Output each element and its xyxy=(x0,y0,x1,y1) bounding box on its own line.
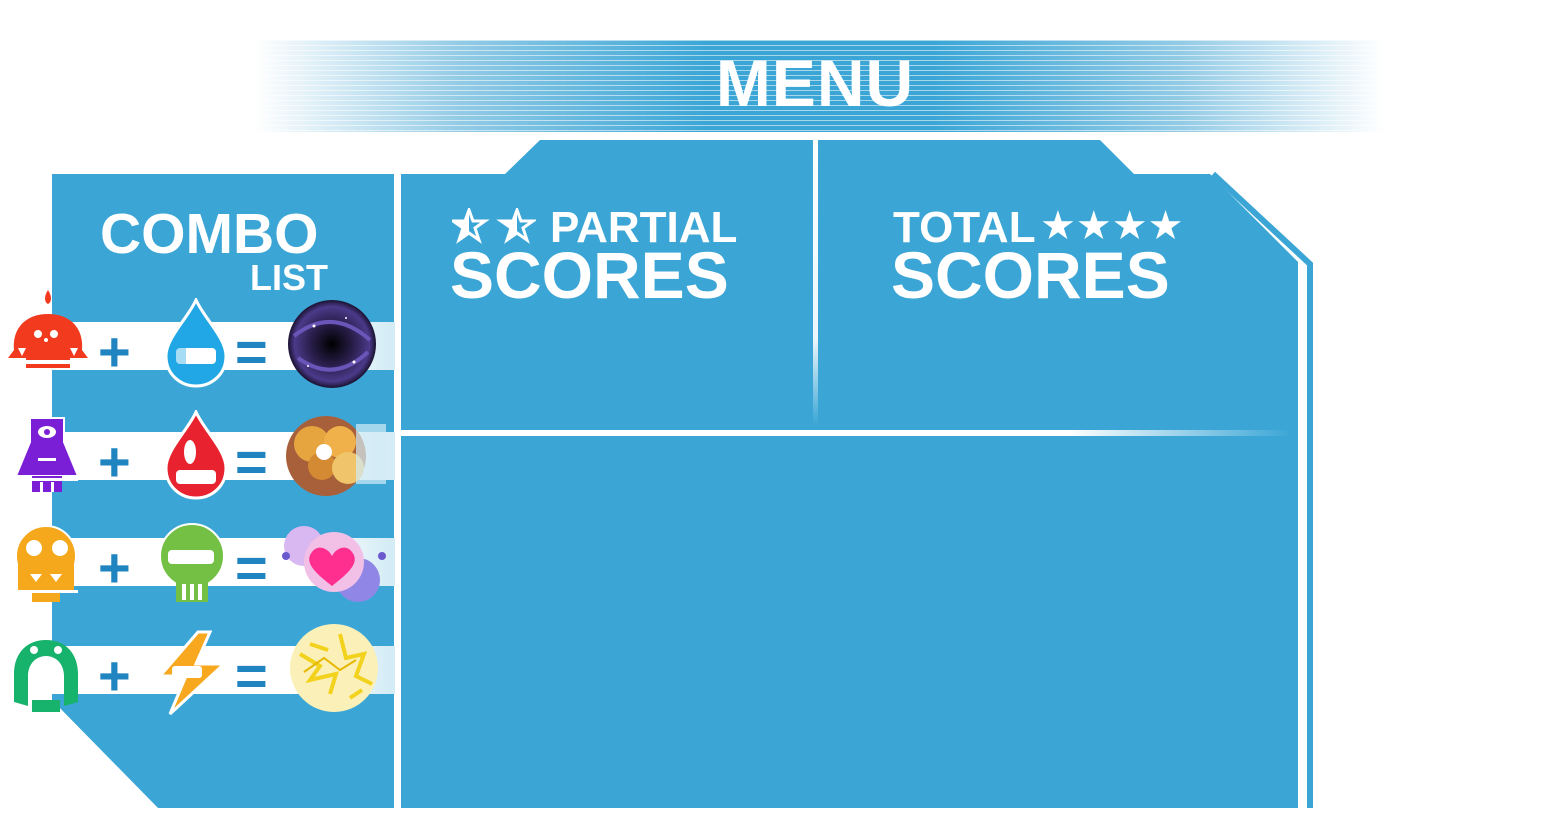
scores-divider-vertical xyxy=(813,140,818,425)
equals-icon: = xyxy=(235,536,268,599)
yellow-monster-icon[interactable] xyxy=(10,524,82,611)
scores-divider-horizontal xyxy=(401,430,1291,436)
explosion-icon[interactable] xyxy=(276,404,386,509)
black-hole-icon[interactable] xyxy=(284,296,380,397)
plus-icon: + xyxy=(98,320,131,383)
plus-icon: + xyxy=(98,644,131,707)
water-drop-icon[interactable] xyxy=(164,296,228,393)
combo-row: + = xyxy=(0,408,395,505)
green-monster-icon[interactable] xyxy=(10,636,82,721)
plus-icon: + xyxy=(98,536,131,599)
partial-scores-title: SCORES xyxy=(450,238,729,312)
fire-drop-icon[interactable] xyxy=(164,408,228,505)
equals-icon: = xyxy=(235,430,268,493)
electric-ball-icon[interactable] xyxy=(280,614,390,725)
total-scores-title: SCORES xyxy=(891,238,1170,312)
red-monster-icon[interactable] xyxy=(4,288,92,385)
lightning-icon[interactable] xyxy=(152,630,230,721)
equals-icon: = xyxy=(235,320,268,383)
combo-subtitle: LIST xyxy=(250,257,328,298)
equals-icon: = xyxy=(235,644,268,707)
plus-icon: + xyxy=(98,430,131,493)
combo-row: + = xyxy=(0,624,395,716)
green-skull-icon[interactable] xyxy=(156,522,228,609)
heart-burst-icon[interactable] xyxy=(274,516,390,613)
combo-row: + = xyxy=(0,290,395,392)
purple-monster-icon[interactable] xyxy=(12,414,82,501)
combo-title: COMBO xyxy=(100,202,319,266)
combo-row: + = xyxy=(0,518,395,608)
